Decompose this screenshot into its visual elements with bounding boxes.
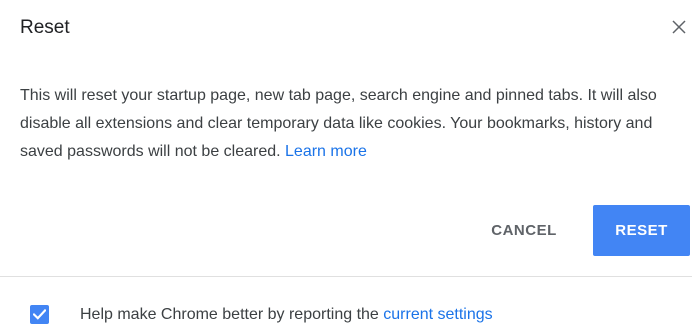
dialog-description: This will reset your startup page, new t… [20,82,676,166]
cancel-button[interactable]: CANCEL [472,206,576,254]
report-settings-checkbox[interactable] [30,305,49,324]
dialog-footer: Help make Chrome better by reporting the… [0,277,692,327]
close-button[interactable] [668,16,690,38]
dialog-title: Reset [20,17,70,38]
learn-more-link[interactable]: Learn more [285,143,367,160]
footer-text: Help make Chrome better by reporting the [80,306,384,323]
close-icon [672,20,686,34]
reset-dialog: Reset This will reset your startup page,… [0,0,692,327]
footer-label: Help make Chrome better by reporting the… [80,305,493,325]
current-settings-link[interactable]: current settings [383,306,492,323]
reset-button[interactable]: RESET [593,205,690,256]
checkmark-icon [33,309,46,320]
